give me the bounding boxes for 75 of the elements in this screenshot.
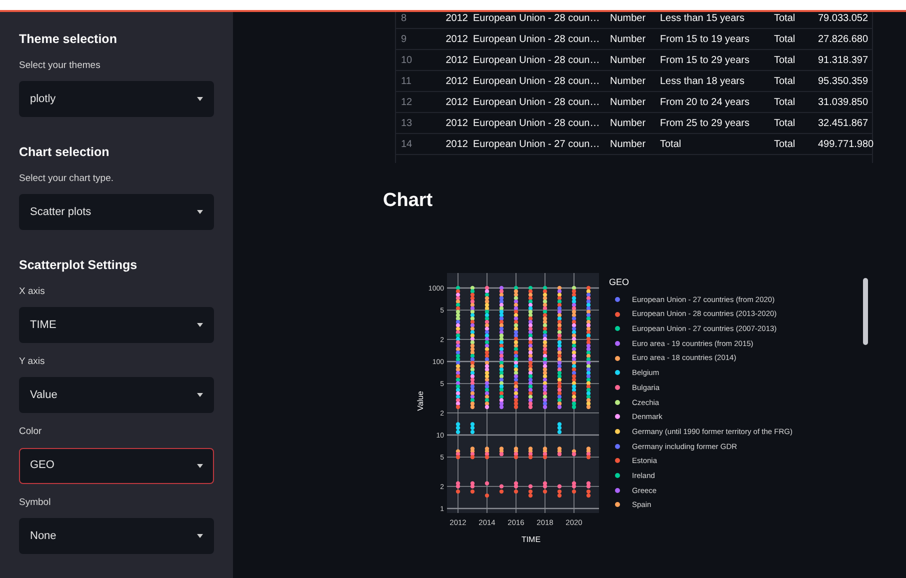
caret-icon	[197, 464, 203, 468]
select-field[interactable]: None	[19, 518, 214, 554]
select-field[interactable]: Scatter plots	[19, 194, 214, 230]
table-cell-text: Number	[609, 32, 647, 46]
table-cell-text: Number	[609, 138, 647, 152]
table-cell-text: 2012	[444, 32, 468, 46]
table-cell-text: Number	[609, 12, 647, 26]
table-cell-text: 499.771.980	[817, 138, 872, 152]
table-cell-text: 12	[400, 96, 414, 110]
table-cell-text: 32.451.867	[817, 116, 870, 130]
table-cell-text: European Union - 28 coun…	[472, 74, 601, 88]
table-cell-text: 27.826.680	[817, 32, 870, 46]
table-cell-text: 2012	[444, 12, 468, 26]
select-field[interactable]: GEO	[19, 448, 214, 484]
table-cell-text: From 15 to 29 years	[659, 54, 750, 68]
table-cell-text: Number	[609, 116, 647, 130]
caret-icon	[197, 323, 203, 327]
table-cell-text: 11	[400, 74, 412, 88]
select-field[interactable]: plotly	[19, 81, 214, 117]
caret-icon	[197, 210, 203, 214]
field-label: Symbol	[19, 496, 52, 510]
table-cell-text: 2012	[444, 54, 468, 68]
table-cell-text: European Union - 28 coun…	[472, 32, 601, 46]
field-label: Color	[19, 425, 43, 440]
table-cell-text: European Union - 28 coun…	[472, 116, 601, 130]
chart-heading: Chart	[383, 189, 434, 213]
section-heading: Theme selection	[19, 31, 118, 48]
table-cell-text: Total	[659, 138, 682, 152]
caret-icon	[197, 97, 203, 101]
table-cell-text: Total	[773, 138, 796, 152]
field-label: X axis	[19, 284, 46, 299]
table-cell-text: 95.350.359	[817, 74, 870, 88]
select-field[interactable]: TIME	[19, 307, 214, 343]
table-cell-text: Total	[773, 96, 796, 110]
field-label: Select your themes	[19, 58, 102, 73]
table-cell-text: Total	[773, 54, 796, 68]
table-cell-text: European Union - 27 coun…	[472, 138, 601, 152]
table-cell-text: European Union - 28 coun…	[472, 12, 601, 26]
table-cell-text: 79.033.052	[817, 12, 870, 26]
table-cell-text: 91.318.397	[817, 54, 870, 68]
table-cell-text: European Union - 28 coun…	[472, 96, 601, 110]
field-label: Select your chart type.	[19, 172, 115, 186]
table-cell-text: Number	[609, 74, 647, 88]
table-cell-text: From 20 to 24 years	[659, 96, 750, 110]
table-cell-text: Total	[773, 116, 796, 130]
select-field[interactable]: Value	[19, 377, 214, 414]
table-cell-text: 2012	[444, 74, 468, 88]
scrollbar-thumb[interactable]	[863, 278, 868, 345]
table-cell-text: 9	[400, 32, 408, 46]
legend-title: GEO	[609, 276, 630, 288]
table-cell-text: 31.039.850	[817, 96, 870, 110]
table-cell-text: 10	[400, 54, 414, 68]
table-cell-text: 13	[400, 116, 414, 130]
table-cell-text: Less than 18 years	[659, 74, 746, 88]
field-label: Y axis	[19, 355, 46, 369]
table-cell-text: Less than 15 years	[659, 12, 746, 26]
table-cell-text: Number	[609, 96, 647, 110]
caret-icon	[197, 534, 203, 538]
section-heading: Chart selection	[19, 144, 110, 161]
table-cell-text: European Union - 28 coun…	[472, 54, 601, 68]
table-cell-text: Total	[773, 74, 796, 88]
table-cell-text: From 15 to 19 years	[659, 32, 750, 46]
caret-icon	[197, 393, 203, 398]
table-cell-text: Number	[609, 54, 647, 68]
axis-label: Value	[415, 390, 426, 410]
axis-label: TIME	[521, 534, 541, 546]
table-cell-text: From 25 to 29 years	[659, 116, 750, 130]
table-cell-text: 14	[400, 138, 414, 152]
table-cell-text: Total	[773, 32, 796, 46]
table-cell-text: 2012	[444, 138, 468, 152]
table-cell-text: Total	[773, 12, 796, 26]
table-cell-text: 8	[400, 12, 408, 26]
section-heading: Scatterplot Settings	[19, 257, 138, 274]
table-cell-text: 2012	[444, 96, 468, 110]
table-cell-text: 2012	[444, 116, 468, 130]
